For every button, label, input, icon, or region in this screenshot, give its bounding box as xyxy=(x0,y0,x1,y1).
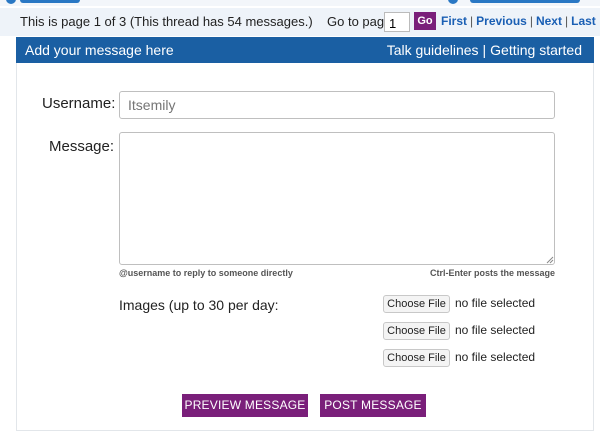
submit-hint: Ctrl-Enter posts the message xyxy=(429,268,555,278)
previous-page-link[interactable]: Previous xyxy=(476,14,527,28)
resize-grip-icon[interactable] xyxy=(546,256,554,264)
reply-hint: @username to reply to someone directly xyxy=(119,268,293,278)
page-nav: First | Previous | Next | Last xyxy=(441,14,596,28)
top-bar-decoration xyxy=(470,0,580,3)
choose-file-button-3[interactable]: Choose File xyxy=(383,349,450,367)
images-label: Images (up to 30 per day: xyxy=(119,297,279,313)
top-dot-icon xyxy=(6,0,16,4)
go-button[interactable]: Go xyxy=(414,12,436,30)
page-number-input[interactable] xyxy=(384,12,410,32)
nav-separator: | xyxy=(470,14,474,28)
file-status-2: no file selected xyxy=(455,323,536,337)
last-page-link[interactable]: Last xyxy=(571,14,596,28)
getting-started-link[interactable]: Getting started xyxy=(490,42,582,58)
file-status-3: no file selected xyxy=(455,350,536,364)
username-input[interactable] xyxy=(119,91,555,119)
next-page-link[interactable]: Next xyxy=(536,14,562,28)
post-message-button[interactable]: POST MESSAGE xyxy=(320,394,426,417)
top-bar-decoration xyxy=(20,0,80,3)
file-status-1: no file selected xyxy=(455,296,536,310)
goto-label: Go to page xyxy=(327,14,392,29)
username-label: Username: xyxy=(42,95,116,112)
first-page-link[interactable]: First xyxy=(441,14,467,28)
pagination-bar: This is page 1 of 3 (This thread has 54 … xyxy=(0,8,600,36)
page-info: This is page 1 of 3 (This thread has 54 … xyxy=(20,14,313,29)
preview-message-button[interactable]: PREVIEW MESSAGE xyxy=(182,394,308,417)
message-label: Message: xyxy=(49,138,115,155)
choose-file-button-2[interactable]: Choose File xyxy=(383,322,450,340)
top-strip xyxy=(0,0,600,6)
message-textarea[interactable] xyxy=(119,132,555,265)
header-separator: | xyxy=(482,42,487,58)
header-links: Talk guidelines | Getting started xyxy=(387,42,582,58)
nav-separator: | xyxy=(564,14,569,28)
choose-file-button-1[interactable]: Choose File xyxy=(383,295,450,313)
nav-separator: | xyxy=(529,14,533,28)
top-dot-icon xyxy=(448,0,458,4)
form-title: Add your message here xyxy=(25,42,174,58)
talk-guidelines-link[interactable]: Talk guidelines xyxy=(387,42,479,58)
form-header: Add your message here Talk guidelines | Ge… xyxy=(16,37,594,63)
